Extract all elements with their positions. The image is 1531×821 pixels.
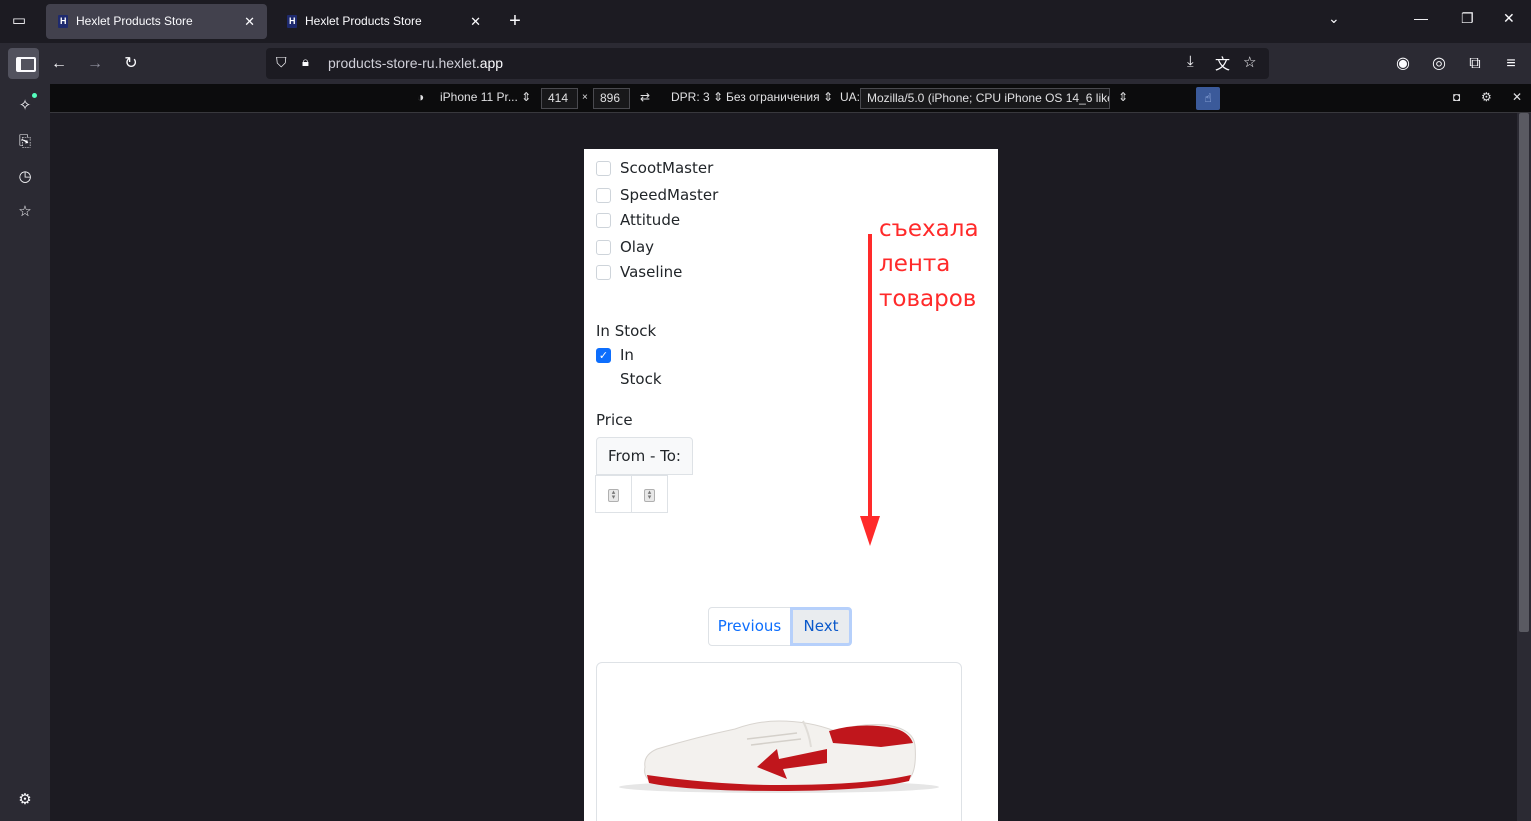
scrollbar-thumb[interactable] [1519, 113, 1529, 632]
ua-label: UA: [840, 90, 861, 104]
sidebar-settings-icon[interactable]: ⚙ [14, 789, 36, 811]
price-from-input[interactable]: ▴ ▾ [595, 475, 632, 513]
hexlet-favicon-icon [58, 4, 68, 39]
in-stock-label-2: Stock [620, 370, 662, 388]
synced-tabs-icon[interactable]: ⎘ [14, 131, 36, 153]
window-close-icon[interactable]: ✕ [1503, 10, 1515, 27]
screenshot-icon[interactable]: ◉ [1389, 50, 1417, 78]
back-icon[interactable]: ← [45, 50, 73, 78]
brand-label: SpeedMaster [620, 186, 719, 204]
dimension-separator: × [582, 92, 588, 103]
brand-label: Vaseline [620, 263, 683, 281]
tab-title: Hexlet Products Store [76, 14, 193, 28]
bookmark-star-icon[interactable]: ☆ [1243, 53, 1256, 71]
annotation-line: лента [879, 251, 951, 277]
annotation-text: съехала лента товаров [879, 212, 979, 317]
product-image-sneaker[interactable] [597, 663, 961, 821]
next-page-button[interactable]: Next [790, 607, 852, 646]
browser-sidebar: ✧ ⎘ ◷ ☆ ⚙ [0, 84, 50, 821]
rotate-icon[interactable]: ◑ [417, 90, 424, 104]
ua-select-chevron-icon[interactable]: ⇕ [1118, 90, 1128, 104]
dpr-select[interactable]: DPR: 3 ⇕ [671, 90, 723, 104]
new-tab-icon[interactable]: + [504, 8, 526, 34]
tab-bar: ▭ Hexlet Products Store ✕ Hexlet Product… [0, 0, 1531, 43]
reload-icon[interactable]: ↻ [117, 50, 145, 78]
viewport-width-input[interactable]: 414 [541, 88, 578, 109]
extensions-icon[interactable]: ⧉ [1461, 50, 1489, 78]
save-page-icon[interactable]: ⤓ [1187, 53, 1194, 70]
tab-title: Hexlet Products Store [305, 14, 422, 28]
tab-active[interactable]: Hexlet Products Store ✕ [46, 4, 267, 39]
user-agent-input[interactable]: Mozilla/5.0 (iPhone; CPU iPhone OS 14_6 … [860, 88, 1110, 109]
checkbox[interactable] [596, 240, 611, 255]
device-select[interactable]: iPhone 11 Pr... ⇕ [440, 90, 531, 104]
ai-chat-icon[interactable]: ✧ [14, 95, 36, 117]
url-text[interactable]: products-store-ru.hexlet.app [328, 55, 503, 71]
hexlet-favicon-icon [287, 4, 297, 39]
rdm-close-icon[interactable]: ✕ [1512, 90, 1522, 104]
spinner-icon[interactable]: ▴ ▾ [644, 489, 655, 502]
history-icon[interactable]: ◷ [14, 166, 36, 188]
annotation-line: съехала [879, 216, 979, 242]
lock-icon[interactable]: 🔒︎ [302, 54, 309, 70]
checkbox[interactable] [596, 213, 611, 228]
nav-bar: ← → ↻ ⛉ 🔒︎ products-store-ru.hexlet.app … [0, 43, 1531, 84]
translate-icon[interactable]: 文 [1215, 53, 1230, 74]
price-to-input[interactable]: ▴ ▾ [631, 475, 668, 513]
checkbox[interactable] [596, 265, 611, 280]
tab-inactive[interactable]: Hexlet Products Store ✕ [275, 4, 493, 39]
tab-close-icon[interactable]: ✕ [244, 4, 255, 39]
in-stock-heading: In Stock [596, 322, 657, 340]
tab-close-icon[interactable]: ✕ [470, 4, 481, 39]
forward-icon[interactable]: → [81, 50, 109, 78]
price-range-addon: From - To: [596, 437, 693, 475]
responsive-design-toolbar: ◑ iPhone 11 Pr... ⇕ 414 × 896 ⇄ DPR: 3 ⇕… [50, 84, 1531, 113]
touch-simulation-icon[interactable]: ☝ [1196, 87, 1220, 110]
brand-label: Olay [620, 238, 655, 256]
in-stock-label-1: In [620, 346, 634, 364]
restore-icon[interactable]: ❐ [1461, 10, 1474, 27]
rotate-viewport-icon[interactable]: ⇄ [640, 90, 650, 104]
url-bar[interactable]: ⛉ 🔒︎ products-store-ru.hexlet.app ⤓ 文 ☆ [266, 48, 1269, 79]
spinner-icon[interactable]: ▴ ▾ [608, 489, 619, 502]
throttle-select[interactable]: Без ограничения ⇕ [726, 90, 833, 104]
checkbox[interactable] [596, 188, 611, 203]
annotation-arrow [860, 234, 880, 546]
bookmarks-icon[interactable]: ☆ [14, 201, 36, 223]
checkbox-checked[interactable]: ✓ [596, 348, 611, 363]
brand-label: ScootMaster [620, 159, 714, 177]
tracking-shield-icon[interactable]: ⛉ [276, 54, 287, 71]
rdm-settings-icon[interactable]: ⚙ [1481, 90, 1492, 104]
tab-overflow-chevron-icon[interactable]: ⌄ [1328, 10, 1340, 27]
checkbox[interactable] [596, 161, 611, 176]
previous-page-button[interactable]: Previous [708, 607, 791, 646]
notification-dot [32, 93, 37, 98]
sidebar-toggle-icon[interactable] [8, 48, 39, 79]
minimize-icon[interactable]: — [1414, 10, 1428, 26]
annotation-line: товаров [879, 286, 977, 312]
price-heading: Price [596, 411, 633, 429]
rdm-screenshot-icon[interactable]: ◘ [1453, 90, 1460, 104]
tab-list-icon[interactable]: ▭ [8, 10, 30, 32]
brand-label: Attitude [620, 211, 681, 229]
viewport-height-input[interactable]: 896 [593, 88, 630, 109]
account-icon[interactable]: ◎ [1425, 50, 1453, 78]
menu-icon[interactable]: ≡ [1497, 50, 1525, 78]
product-card[interactable] [596, 662, 962, 821]
